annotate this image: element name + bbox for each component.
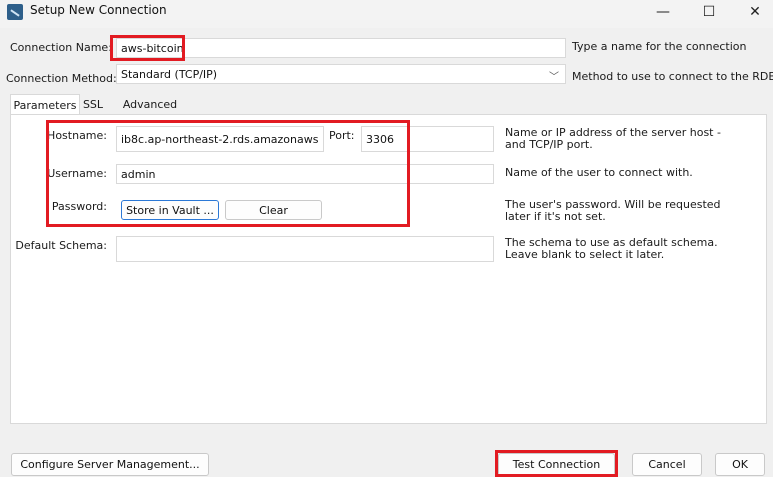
hostname-input[interactable] — [116, 126, 324, 152]
parameters-panel — [10, 114, 767, 424]
username-input[interactable] — [116, 164, 494, 184]
hostname-help: Name or IP address of the server host - … — [505, 126, 721, 151]
tab-parameters[interactable]: Parameters — [10, 94, 80, 115]
port-label: Port: — [329, 129, 355, 142]
port-input[interactable] — [361, 126, 406, 152]
window-title: Setup New Connection — [30, 3, 167, 17]
tab-ssl[interactable]: SSL — [79, 94, 107, 114]
cancel-button[interactable]: Cancel — [632, 453, 702, 476]
connection-method-help: Method to use to connect to the RDBMS — [572, 70, 773, 83]
username-help: Name of the user to connect with. — [505, 166, 693, 179]
connection-method-value: Standard (TCP/IP) — [121, 67, 218, 81]
hostname-label: Hostname: — [47, 129, 107, 142]
default-schema-help: The schema to use as default schema. Lea… — [505, 236, 718, 261]
store-in-vault-button[interactable]: Store in Vault ... — [121, 200, 219, 220]
chevron-down-icon: ﹀ — [549, 72, 559, 83]
connection-method-select[interactable]: Standard (TCP/IP) ﹀ — [116, 64, 566, 84]
connection-name-help: Type a name for the connection — [572, 40, 747, 53]
connection-name-label: Connection Name: — [10, 41, 112, 54]
default-schema-input[interactable] — [116, 236, 494, 262]
connection-method-label: Connection Method: — [6, 72, 117, 85]
tab-label: SSL — [82, 97, 104, 111]
ok-button[interactable]: OK — [715, 453, 765, 476]
password-help: The user's password. Will be requested l… — [505, 198, 721, 223]
tab-advanced[interactable]: Advanced — [120, 94, 180, 114]
default-schema-label: Default Schema: — [15, 239, 107, 252]
maximize-button[interactable]: ☐ — [686, 0, 732, 24]
configure-server-management-button[interactable]: Configure Server Management... — [11, 453, 209, 476]
tab-label: Advanced — [122, 97, 178, 111]
close-button[interactable]: ✕ — [732, 0, 773, 24]
tab-label: Parameters — [13, 98, 77, 112]
connection-name-input[interactable] — [116, 38, 566, 58]
port-field-extension[interactable] — [402, 126, 494, 152]
password-label: Password: — [51, 200, 107, 213]
mysql-workbench-icon — [7, 4, 23, 20]
clear-password-button[interactable]: Clear — [225, 200, 322, 220]
test-connection-button[interactable]: Test Connection — [498, 453, 615, 476]
username-label: Username: — [47, 167, 107, 180]
minimize-button[interactable]: — — [640, 0, 686, 24]
title-bar: Setup New Connection — ☐ ✕ — [0, 0, 773, 28]
